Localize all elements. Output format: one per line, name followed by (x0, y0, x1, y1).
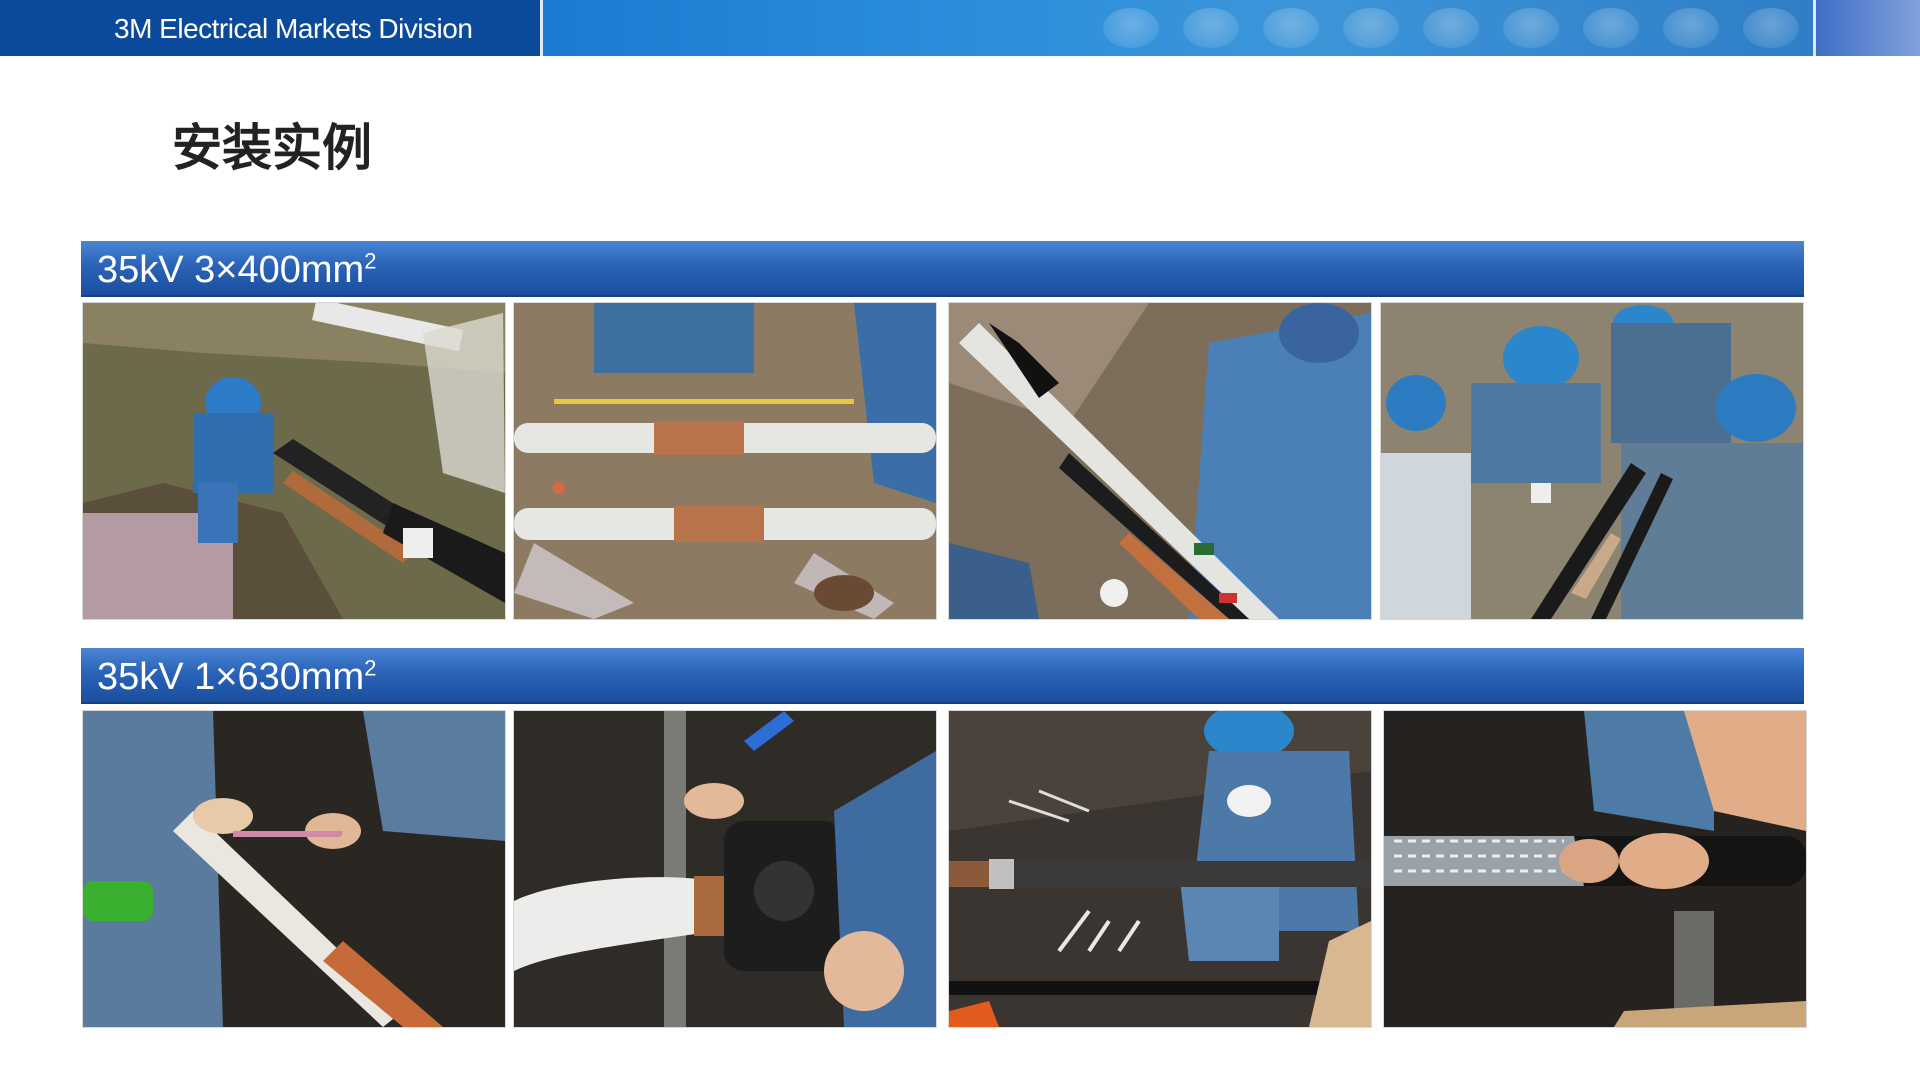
page-title: 安装实例 (172, 119, 372, 177)
header-end-block (1816, 0, 1920, 56)
install-photo-worker-wrapping (948, 302, 1372, 620)
section-1-label-main: 35kV 3×400mm (97, 249, 365, 291)
header-division-box: 3M Electrical Markets Division (0, 0, 540, 56)
install-photo-team-helmets (1380, 302, 1804, 620)
section-2-label-main: 35kV 1×630mm (97, 656, 365, 698)
header-decoration (543, 0, 1813, 56)
install-photo-trench (82, 302, 506, 620)
header-bar: 3M Electrical Markets Division (0, 0, 1920, 56)
install-photo-worker-kneeling (948, 710, 1372, 1028)
install-photo-cable-termination (513, 710, 937, 1028)
install-photo-joints-measure (513, 302, 937, 620)
section-bar-1: 35kV 3×400mm2 (81, 241, 1804, 297)
install-photo-braid-shield (1383, 710, 1807, 1028)
section-2-label: 35kV 1×630mm2 (97, 656, 376, 699)
section-bar-2: 35kV 1×630mm2 (81, 648, 1804, 704)
section-1-label-sup: 2 (364, 248, 377, 274)
section-2-label-sup: 2 (364, 655, 377, 681)
division-name: 3M Electrical Markets Division (114, 13, 473, 44)
section-1-label: 35kV 3×400mm2 (97, 249, 376, 292)
install-photo-sleeve-shrink (82, 710, 506, 1028)
